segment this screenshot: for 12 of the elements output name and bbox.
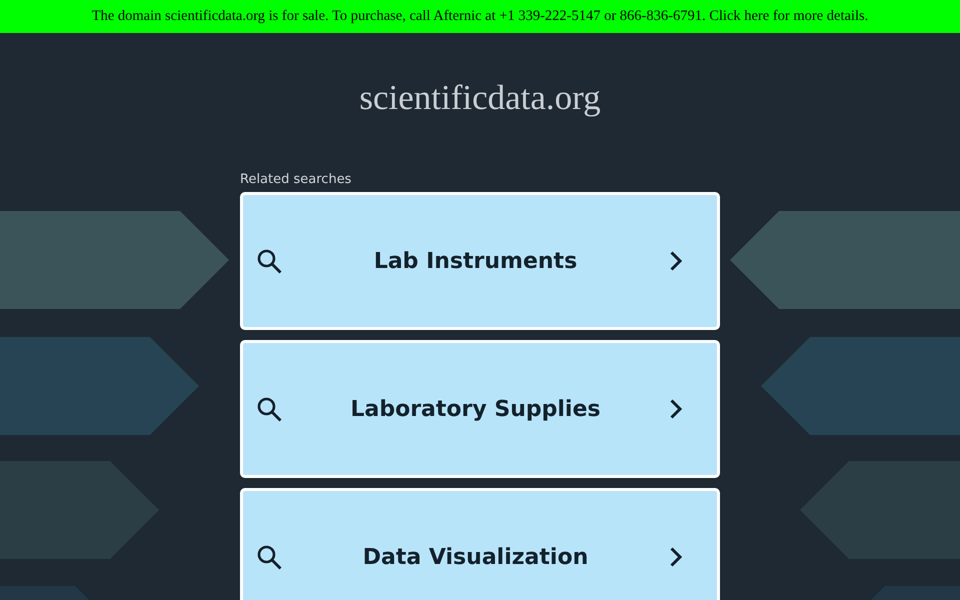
search-icon (256, 248, 282, 274)
sale-banner-link[interactable]: The domain scientificdata.org is for sale. To purchase, call Afternic at +1 339-222-5147 or 866-836-6791. Click here for more details. (0, 0, 960, 33)
chevron-icon (669, 250, 683, 272)
chevron-icon (669, 546, 683, 568)
section-heading: Related searches (240, 172, 352, 188)
site-title: scientificdata.org (359, 78, 601, 118)
related-search-link[interactable]: Laboratory Supplies (240, 340, 720, 478)
search-icon (256, 544, 282, 570)
related-search-link[interactable]: Lab Instruments (240, 192, 720, 330)
related-search-link[interactable]: Data Visualization (240, 488, 720, 600)
search-icon (256, 396, 282, 422)
chevron-icon (669, 398, 683, 420)
